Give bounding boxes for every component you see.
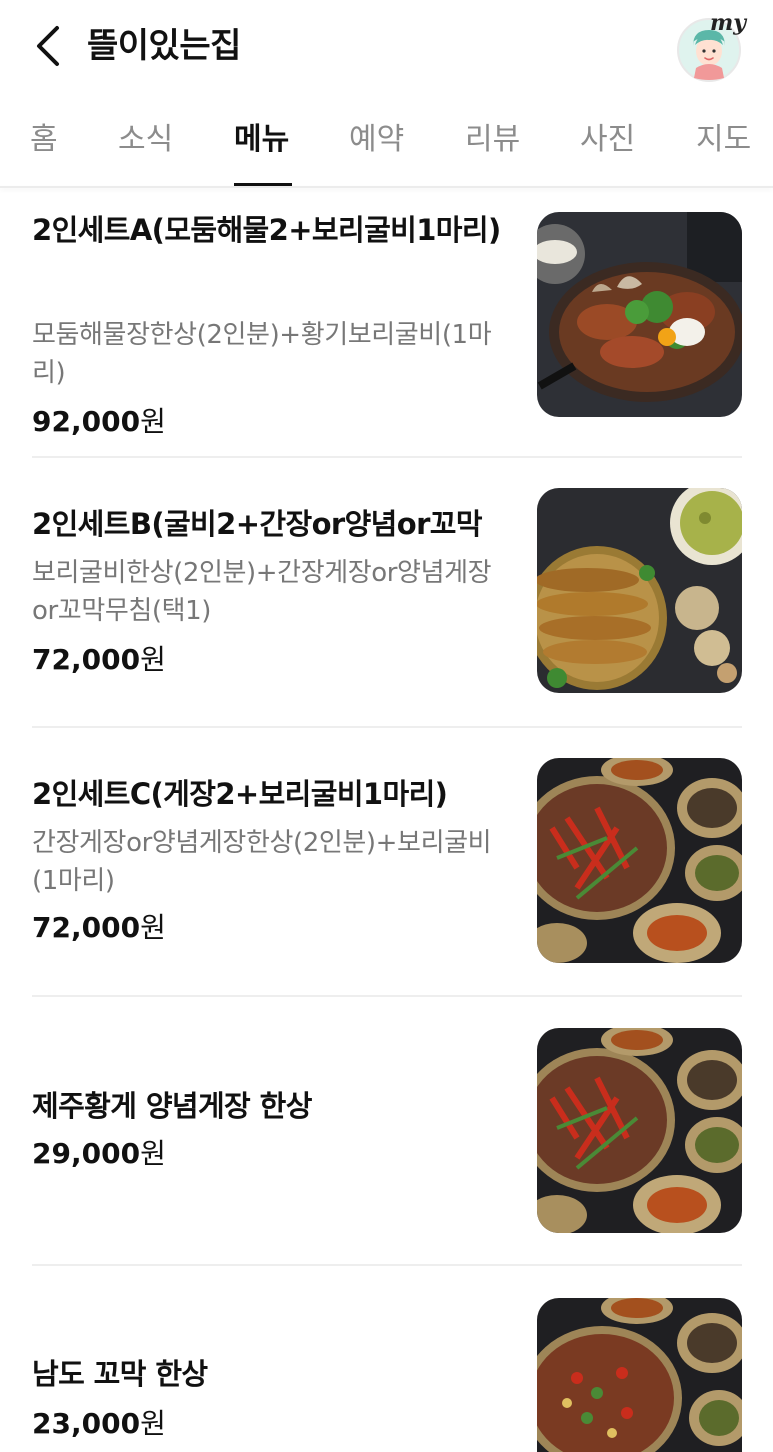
item-divider xyxy=(32,1264,742,1266)
tab-bar-divider xyxy=(0,186,773,188)
menu-item[interactable]: 남도 꼬막 한상 23,000원 xyxy=(32,1294,742,1452)
menu-item[interactable]: 2인세트A(모둠해물2+보리굴비1마리) 모둠해물장한상(2인분)+황기보리굴비… xyxy=(32,206,742,438)
price-currency: 원 xyxy=(140,405,166,438)
tab-map[interactable]: 지도 xyxy=(696,118,751,162)
price-currency: 원 xyxy=(140,911,166,944)
price-currency: 원 xyxy=(140,643,166,676)
menu-item-photo xyxy=(537,758,742,963)
page-title: 뜰이있는집 xyxy=(87,26,241,66)
menu-item[interactable]: 2인세트C(게장2+보리굴비1마리) 간장게장or양념게장한상(2인분)+보리굴… xyxy=(32,754,742,964)
item-divider xyxy=(32,995,742,997)
grilled-croaker-image xyxy=(537,488,742,693)
menu-item[interactable]: 제주황게 양념게장 한상 29,000원 xyxy=(32,1024,742,1234)
tab-photos[interactable]: 사진 xyxy=(580,118,635,162)
tab-reservation[interactable]: 예약 xyxy=(349,118,404,162)
menu-item-price: 72,000원 xyxy=(32,640,166,680)
price-value: 72,000 xyxy=(32,643,141,676)
price-currency: 원 xyxy=(140,1407,166,1440)
my-profile-button[interactable]: my xyxy=(674,10,746,82)
menu-item-photo xyxy=(537,212,742,417)
menu-item-description: 모둠해물장한상(2인분)+황기보리굴비(1마리) xyxy=(32,320,492,388)
tab-news[interactable]: 소식 xyxy=(118,118,173,162)
menu-item-photo xyxy=(537,1298,742,1452)
tab-home[interactable]: 홈 xyxy=(30,118,58,162)
spicy-crab-image xyxy=(537,1028,742,1233)
price-currency: 원 xyxy=(140,1137,166,1170)
menu-item-name: 2인세트B(굴비2+간장or양념or꼬막 xyxy=(32,507,483,541)
my-label: my xyxy=(709,10,746,36)
tab-reviews[interactable]: 리뷰 xyxy=(465,118,520,162)
tab-menu[interactable]: 메뉴 xyxy=(234,118,289,162)
chevron-left-icon xyxy=(37,26,59,66)
top-bar: 뜰이있는집 my xyxy=(0,0,773,95)
back-button[interactable] xyxy=(28,22,68,70)
menu-item-price: 72,000원 xyxy=(32,908,166,948)
price-value: 92,000 xyxy=(32,405,141,438)
menu-item-photo xyxy=(537,1028,742,1233)
seafood-platter-image xyxy=(537,212,742,417)
cockle-set-image xyxy=(537,1298,742,1452)
item-divider xyxy=(32,726,742,728)
price-value: 23,000 xyxy=(32,1407,141,1440)
crab-banchan-image xyxy=(537,758,742,963)
price-value: 72,000 xyxy=(32,911,141,944)
tab-bar: 홈 소식 메뉴 예약 리뷰 사진 지도 xyxy=(0,100,773,188)
menu-item-name: 2인세트A(모둠해물2+보리굴비1마리) xyxy=(32,213,501,247)
price-value: 29,000 xyxy=(32,1137,141,1170)
menu-item-description: 보리굴비한상(2인분)+간장게장or양념게장or꼬막무침(택1) xyxy=(32,558,492,626)
menu-item-name: 2인세트C(게장2+보리굴비1마리) xyxy=(32,777,448,811)
menu-item-price: 23,000원 xyxy=(32,1404,166,1444)
menu-item[interactable]: 2인세트B(굴비2+간장or양념or꼬막 보리굴비한상(2인분)+간장게장or양… xyxy=(32,484,742,694)
menu-item-price: 29,000원 xyxy=(32,1134,166,1174)
menu-item-name: 남도 꼬막 한상 xyxy=(32,1357,208,1391)
menu-item-price: 92,000원 xyxy=(32,402,166,442)
menu-item-name: 제주황게 양념게장 한상 xyxy=(32,1089,312,1123)
menu-item-photo xyxy=(537,488,742,693)
item-divider xyxy=(32,456,742,458)
menu-item-description: 간장게장or양념게장한상(2인분)+보리굴비(1마리) xyxy=(32,828,492,896)
